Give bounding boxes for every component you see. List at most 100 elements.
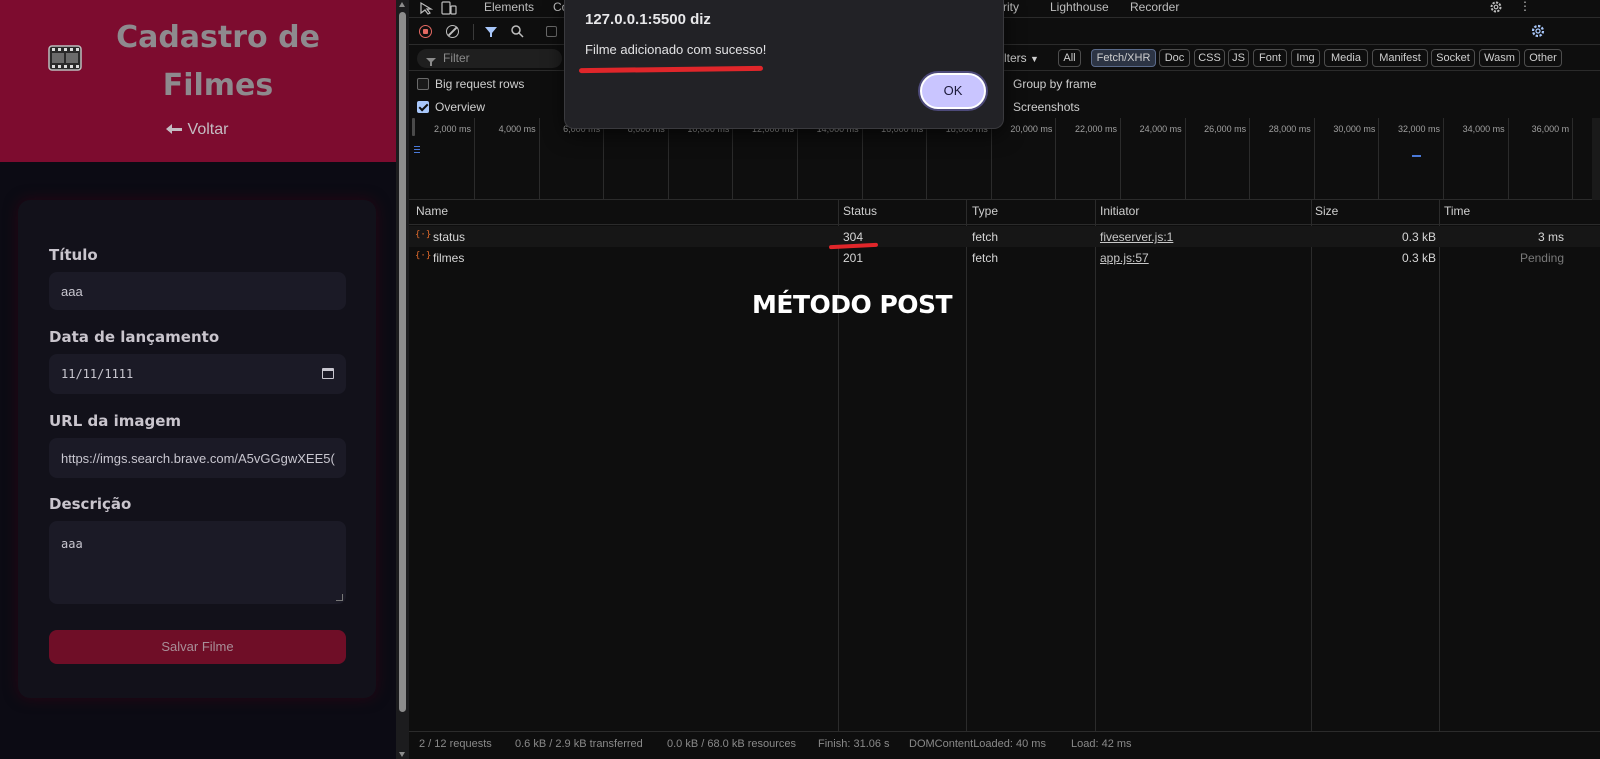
- network-overview-timeline[interactable]: 2,000 ms 4,000 ms 6,000 ms 8,000 ms 10,000 m…: [409, 118, 1600, 200]
- arrow-left-icon: [165, 124, 182, 135]
- description-label: Descrição: [49, 495, 132, 513]
- scrollbar-thumb[interactable]: [399, 12, 406, 712]
- tab-recorder[interactable]: Recorder: [1130, 0, 1179, 18]
- filter-chip-wasm[interactable]: Wasm: [1479, 49, 1520, 67]
- filter-chip-media[interactable]: Media: [1324, 49, 1368, 67]
- column-header-status[interactable]: Status: [843, 204, 877, 218]
- network-settings-gear-icon[interactable]: [1530, 23, 1546, 42]
- settings-gear-icon[interactable]: [1489, 0, 1503, 17]
- filter-chip-all[interactable]: All: [1058, 49, 1081, 67]
- timeline-tick: 30,000 ms: [1333, 118, 1380, 200]
- request-size: 0.3 kB: [1401, 230, 1436, 244]
- table-row[interactable]: {·} status 304 fetch fiveserver.js:1 0.3…: [409, 226, 1600, 247]
- option-screenshots[interactable]: Screenshots: [1013, 98, 1080, 116]
- devtools-scrollbar[interactable]: [1592, 118, 1600, 200]
- filter-chip-socket[interactable]: Socket: [1431, 49, 1475, 67]
- image-url-input[interactable]: https://imgs.search.brave.com/A5vGGgwXEE…: [49, 438, 346, 478]
- dialog-message: Filme adicionado com sucesso!: [585, 42, 767, 57]
- network-status-bar: 2 / 12 requests 0.6 kB / 2.9 kB transfer…: [409, 731, 1600, 759]
- page-scrollbar[interactable]: [396, 0, 409, 759]
- release-date-value: 11/11/1111: [61, 367, 134, 381]
- load-time: Load: 42 ms: [1071, 738, 1132, 750]
- back-link[interactable]: Voltar: [0, 121, 396, 139]
- scroll-up-icon[interactable]: [399, 2, 405, 7]
- big-request-rows-checkbox[interactable]: [417, 78, 429, 90]
- filter-chip-img[interactable]: Img: [1291, 49, 1320, 67]
- filter-chip-css[interactable]: CSS: [1194, 49, 1225, 67]
- fetch-request-icon: {·}: [415, 230, 432, 240]
- request-initiator-link[interactable]: fiveserver.js:1: [1100, 230, 1173, 244]
- timeline-tick-label: 2,000 ms: [433, 124, 471, 134]
- device-toolbar-icon[interactable]: [441, 1, 457, 18]
- url-label: URL da imagem: [49, 412, 182, 430]
- column-divider: [1311, 200, 1312, 732]
- column-header-type[interactable]: Type: [972, 204, 998, 218]
- ok-button[interactable]: OK: [920, 73, 986, 109]
- filter-chip-other[interactable]: Other: [1524, 49, 1562, 67]
- filter-chip-js[interactable]: JS: [1228, 49, 1249, 67]
- dropdown-caret-icon: ▼: [1030, 54, 1039, 64]
- title-input-value: aaa: [61, 283, 83, 299]
- movie-form: Título aaa Data de lançamento 11/11/1111…: [18, 200, 376, 698]
- column-header-time[interactable]: Time: [1444, 204, 1470, 218]
- filter-input[interactable]: Filter: [417, 49, 562, 68]
- search-icon[interactable]: [510, 24, 524, 41]
- request-status: 304: [843, 230, 864, 244]
- column-header-name[interactable]: Name: [416, 204, 448, 218]
- request-name: status: [433, 230, 466, 244]
- preserve-log-checkbox[interactable]: [546, 26, 557, 37]
- column-header-size[interactable]: Size: [1315, 204, 1338, 218]
- request-initiator-link[interactable]: app.js:57: [1100, 251, 1149, 265]
- resize-grip-icon[interactable]: [336, 594, 343, 601]
- app-page: Cadastro de Filmes Voltar Título aaa Dat…: [0, 0, 396, 759]
- timeline-tick-label: 20,000 ms: [1010, 124, 1053, 134]
- timeline-tick-label: 32,000 ms: [1397, 124, 1440, 134]
- tab-elements[interactable]: Elements: [484, 0, 534, 18]
- request-type: fetch: [972, 251, 999, 265]
- column-header-initiator[interactable]: Initiator: [1100, 204, 1139, 218]
- tab-security[interactable]: rity: [1003, 0, 1019, 18]
- timeline-tick-label: 36,000 m: [1531, 124, 1570, 134]
- timeline-tick: 6,000 ms: [563, 118, 605, 200]
- release-date-input[interactable]: 11/11/1111: [49, 354, 346, 394]
- record-icon[interactable]: [419, 25, 432, 38]
- save-movie-button[interactable]: Salvar Filme: [49, 630, 346, 664]
- timeline-tick-label: 30,000 ms: [1333, 124, 1376, 134]
- more-options-icon[interactable]: ⋮: [1519, 0, 1531, 13]
- request-name: filmes: [433, 251, 465, 265]
- scroll-down-icon[interactable]: [399, 752, 405, 757]
- option-group-by-frame[interactable]: Group by frame: [1013, 75, 1096, 93]
- timeline-tick: 32,000 ms: [1398, 118, 1444, 200]
- annotation-label: MÉTODO POST: [752, 290, 953, 319]
- more-filters-dropdown[interactable]: lters ▼: [1004, 51, 1039, 65]
- clear-icon[interactable]: [446, 25, 459, 38]
- request-type: fetch: [972, 230, 999, 244]
- overview-left-handle[interactable]: [412, 118, 415, 136]
- title-input[interactable]: aaa: [49, 272, 346, 310]
- request-size: 0.3 kB: [1401, 251, 1436, 265]
- overview-checkbox[interactable]: [417, 101, 429, 113]
- calendar-icon[interactable]: [322, 368, 334, 379]
- filter-chip-font[interactable]: Font: [1253, 49, 1287, 67]
- tab-lighthouse[interactable]: Lighthouse: [1050, 0, 1109, 18]
- page-title: Cadastro de Filmes: [0, 14, 396, 110]
- table-row[interactable]: {·} filmes 201 fetch app.js:57 0.3 kB Pe…: [409, 247, 1600, 268]
- filter-chip-fetch-xhr[interactable]: Fetch/XHR: [1091, 49, 1156, 67]
- film-icon: [48, 38, 82, 86]
- timeline-tick: 34,000 ms: [1463, 118, 1509, 200]
- toolbar-divider: [473, 24, 474, 40]
- more-filters-label: lters: [1004, 51, 1027, 65]
- filter-chip-manifest[interactable]: Manifest: [1372, 49, 1428, 67]
- description-textarea[interactable]: aaa: [49, 521, 346, 604]
- filter-funnel-icon[interactable]: [484, 25, 498, 42]
- timeline-tick-label: 34,000 ms: [1462, 124, 1505, 134]
- inspect-element-icon[interactable]: [419, 1, 434, 18]
- option-big-request-rows[interactable]: Big request rows: [417, 75, 524, 93]
- option-overview[interactable]: Overview: [417, 98, 485, 116]
- column-divider: [966, 200, 967, 732]
- filter-chip-doc[interactable]: Doc: [1159, 49, 1190, 67]
- image-url-value: https://imgs.search.brave.com/A5vGGgwXEE…: [61, 450, 335, 466]
- timeline-tick-label: 4,000 ms: [498, 124, 536, 134]
- title-label: Título: [49, 246, 98, 264]
- timeline-tick: 36,000 m: [1532, 118, 1574, 200]
